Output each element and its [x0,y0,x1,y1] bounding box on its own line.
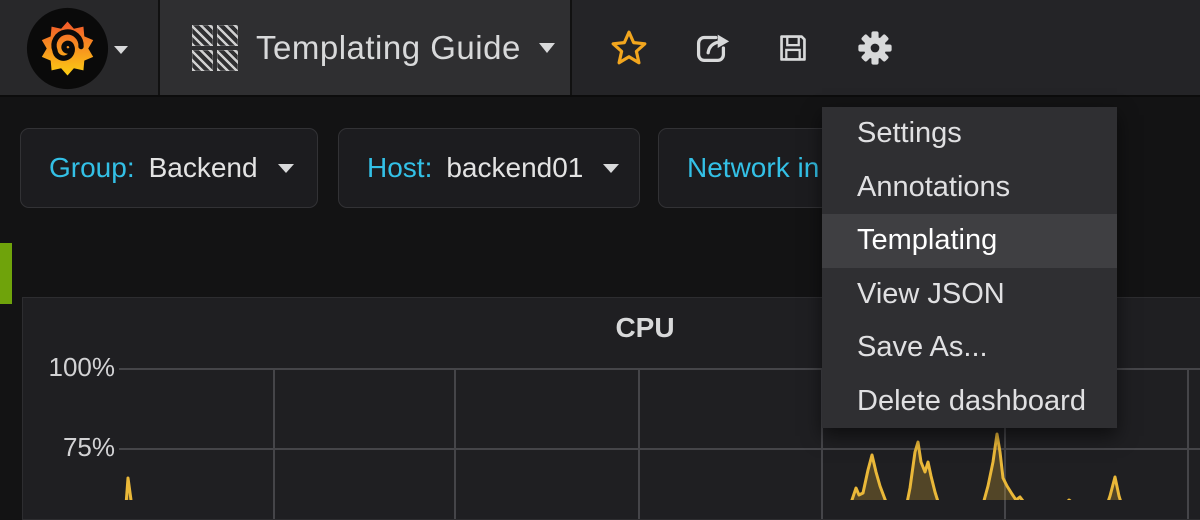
settings-dropdown-menu: Settings Annotations Templating View JSO… [822,107,1117,428]
menu-item-templating[interactable]: Templating [822,214,1117,268]
grafana-logo-menu[interactable] [0,0,158,95]
menu-item-settings[interactable]: Settings [822,107,1117,161]
gear-icon [856,29,894,67]
variable-value: backend01 [446,152,583,184]
chevron-down-icon [603,164,619,173]
chevron-down-icon [114,46,128,54]
gridline-vertical [638,368,640,519]
gridline-vertical [1187,368,1189,519]
variable-label: Group: [49,152,135,184]
share-export-icon [690,27,732,69]
menu-item-annotations[interactable]: Annotations [822,161,1117,215]
gridline-vertical [273,368,275,519]
menu-item-delete-dashboard[interactable]: Delete dashboard [822,375,1117,429]
row-menu-handle[interactable] [0,243,12,304]
chevron-down-icon [278,164,294,173]
gridline-horizontal [119,448,1200,450]
dashboard-title: Templating Guide [256,29,521,67]
save-disk-icon [772,27,814,69]
variable-host-dropdown[interactable]: Host: backend01 [338,128,640,208]
variable-group-dropdown[interactable]: Group: Backend [20,128,318,208]
menu-item-view-json[interactable]: View JSON [822,268,1117,322]
navbar-actions [588,0,916,95]
star-button[interactable] [588,0,670,96]
variable-label: Network in [687,152,819,184]
grafana-logo-icon [25,6,110,91]
y-axis-tick-75: 75% [23,432,115,463]
variable-value: Backend [149,152,258,184]
navbar: Templating Guide [0,0,1200,97]
dashboard-title-dropdown[interactable]: Templating Guide [158,0,572,95]
menu-item-save-as[interactable]: Save As... [822,321,1117,375]
gridline-vertical [454,368,456,519]
chevron-down-icon [539,43,555,53]
share-dashboard-button[interactable] [670,0,752,96]
save-dashboard-button[interactable] [752,0,834,96]
dashboard-settings-button[interactable] [834,0,916,96]
variable-label: Host: [367,152,432,184]
y-axis-tick-100: 100% [23,352,115,383]
dashboard-grid-icon [192,25,238,71]
star-icon [610,29,648,67]
